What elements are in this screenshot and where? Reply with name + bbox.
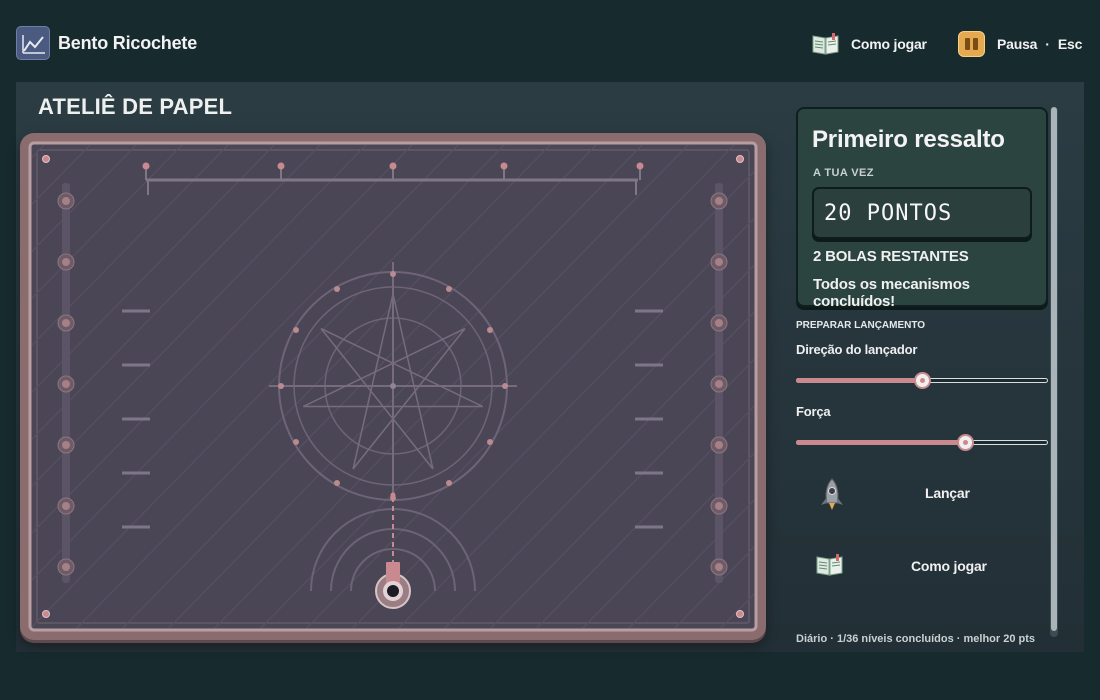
slider-thumb[interactable] xyxy=(956,434,974,451)
how-to-play-side-label: Como jogar xyxy=(911,558,987,574)
mechanism-peg xyxy=(486,327,493,333)
pause-shortcut: Esc xyxy=(1057,36,1083,52)
force-slider[interactable] xyxy=(796,432,1048,452)
status-title: Primeiro ressalto xyxy=(812,126,1005,153)
mechanism-center xyxy=(390,383,396,389)
side-bumper-core xyxy=(62,258,70,266)
side-bumper-core xyxy=(62,380,70,388)
rail-pin xyxy=(277,162,285,170)
side-bumper-core xyxy=(62,563,70,571)
launch-button[interactable]: Lançar xyxy=(796,469,1048,519)
status-message: Todos os mecanismos concluídos! xyxy=(813,276,970,310)
side-bumper-core xyxy=(62,441,70,449)
level-name: ATELIÊ DE PAPEL xyxy=(38,94,233,119)
board-canvas[interactable] xyxy=(20,133,766,640)
side-scrollbar-thumb[interactable] xyxy=(1051,107,1057,631)
mechanism-peg xyxy=(334,286,340,293)
corner-screw xyxy=(42,610,50,618)
turn-indicator: A TUA VEZ xyxy=(813,167,874,179)
mechanism-peg xyxy=(293,439,300,445)
aim-dot xyxy=(390,492,396,498)
corner-screw xyxy=(42,155,50,163)
balls-remaining: 2 BOLAS RESTANTES xyxy=(813,248,969,265)
launch-label: Lançar xyxy=(925,485,970,501)
pause-icon xyxy=(958,31,985,57)
side-bumper-core xyxy=(715,441,723,449)
status-card: Primeiro ressalto A TUA VEZ 20 PONTOS 2 … xyxy=(796,107,1048,310)
direction-slider[interactable] xyxy=(796,370,1048,390)
how-to-play-label: Como jogar xyxy=(851,36,927,52)
how-to-play-side-button[interactable]: Como jogar xyxy=(796,542,1048,592)
pause-label: Pausa xyxy=(997,36,1038,52)
slider-fill xyxy=(796,440,965,445)
force-label: Força xyxy=(796,404,831,419)
score-display: 20 PONTOS xyxy=(812,187,1032,239)
rocket-icon xyxy=(821,478,843,510)
side-bumper-core xyxy=(62,502,70,510)
chart-line-icon xyxy=(16,26,50,60)
mechanism-peg xyxy=(446,286,452,293)
side-bumper-core xyxy=(62,319,70,327)
main-panel: ATELIÊ DE PAPEL Primeiro ressalto A TUA … xyxy=(16,82,1084,652)
rail-pin xyxy=(389,162,397,170)
ball xyxy=(387,585,399,597)
separator-dot: · xyxy=(1045,36,1050,52)
side-bumper-core xyxy=(715,319,723,327)
mechanism-peg xyxy=(278,383,284,389)
slider-fill xyxy=(796,378,922,383)
app-title: Bento Ricochete xyxy=(58,33,198,53)
footer-stats: Diário · 1/36 níveis concluídos · melhor… xyxy=(796,633,1036,645)
corner-screw xyxy=(736,610,744,618)
book-icon xyxy=(816,554,843,576)
direction-label: Direção do lançador xyxy=(796,342,918,357)
rail-pin xyxy=(500,162,508,170)
how-to-play-button[interactable]: Como jogar xyxy=(812,30,927,58)
slider-thumb[interactable] xyxy=(914,372,931,389)
side-bumper-core xyxy=(715,258,723,266)
score-value: 20 PONTOS xyxy=(824,201,953,226)
side-bumper-core xyxy=(715,502,723,510)
rail-pin xyxy=(636,162,644,170)
mechanism-peg xyxy=(502,383,508,389)
pause-button[interactable]: Pausa · Esc xyxy=(958,30,1082,58)
mechanism-peg xyxy=(293,327,300,333)
side-bumper-core xyxy=(715,563,723,571)
mechanism-peg xyxy=(334,479,340,486)
mechanism-peg xyxy=(446,479,452,486)
book-icon xyxy=(812,33,839,55)
game-board[interactable] xyxy=(20,133,766,640)
launch-section-label: PREPARAR LANÇAMENTO xyxy=(796,320,926,331)
side-bumper-core xyxy=(715,197,723,205)
side-bumper-core xyxy=(715,380,723,388)
side-bumper-core xyxy=(62,197,70,205)
mechanism-peg xyxy=(390,271,396,277)
rail-pin xyxy=(142,162,150,170)
launcher-barrel xyxy=(386,562,400,584)
corner-screw xyxy=(736,155,744,163)
top-bar: Bento Ricochete Como jogar Pausa · Esc xyxy=(0,0,1100,84)
side-panel: Primeiro ressalto A TUA VEZ 20 PONTOS 2 … xyxy=(796,107,1048,647)
mechanism-peg xyxy=(486,439,493,445)
